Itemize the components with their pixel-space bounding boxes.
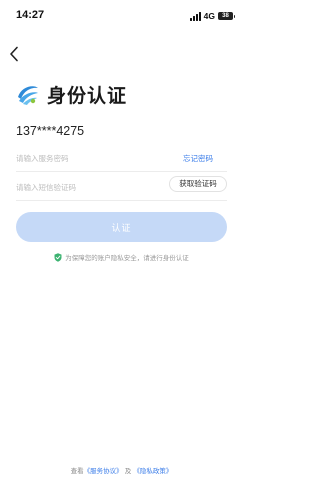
signal-icon (189, 11, 201, 21)
forgot-password-link[interactable]: 忘记密码 (183, 153, 213, 164)
get-code-button[interactable]: 获取验证码 (169, 176, 227, 192)
phone-number: 137****4275 (16, 124, 85, 138)
privacy-note: 为保障您的账户隐私安全，请进行身份认证 (0, 252, 243, 262)
privacy-policy-link[interactable]: 《隐私政策》 (133, 467, 172, 475)
privacy-text: 为保障您的账户隐私安全，请进行身份认证 (65, 254, 189, 262)
back-button[interactable] (4, 44, 24, 64)
chevron-left-icon (10, 46, 18, 62)
shield-check-icon (54, 252, 62, 262)
authenticate-button[interactable]: 认证 (16, 212, 227, 242)
service-password-input[interactable] (16, 147, 166, 169)
network-type: 4G (203, 11, 215, 21)
status-time: 14:27 (16, 9, 45, 21)
brand-header: 身份认证 (15, 80, 127, 108)
footer-and: 及 (124, 467, 132, 475)
battery-icon: 38 (218, 12, 235, 20)
page-title: 身份认证 (47, 84, 128, 107)
battery-level: 38 (222, 13, 229, 19)
agreement-footer: 查看《服务协议》 及 《隐私政策》 (0, 465, 243, 475)
status-bar: 14:27 4G 38 (0, 0, 243, 30)
sms-code-row: 获取验证码 (16, 176, 227, 201)
service-agreement-link[interactable]: 《服务协议》 (84, 467, 123, 475)
password-row: 忘记密码 (16, 147, 227, 172)
china-mobile-logo-icon (18, 86, 38, 105)
sms-code-input[interactable] (16, 176, 166, 198)
footer-prefix: 查看 (70, 467, 84, 475)
status-indicators: 4G 38 (189, 10, 235, 22)
